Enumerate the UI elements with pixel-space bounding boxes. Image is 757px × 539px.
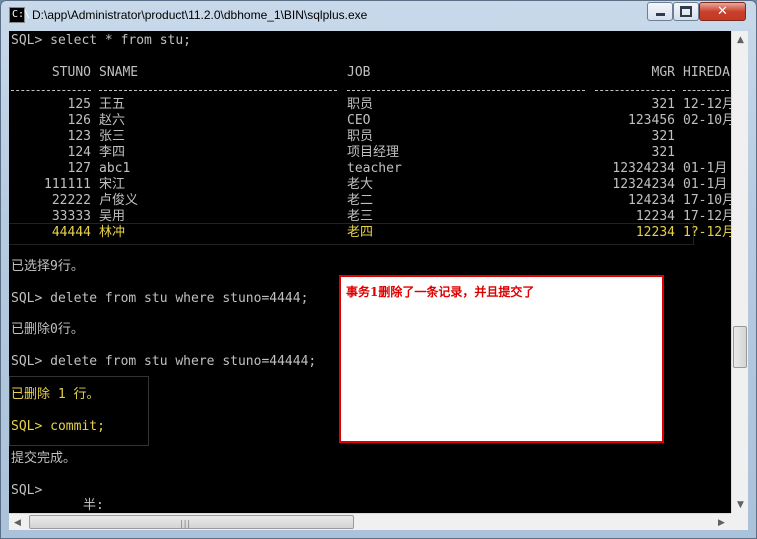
cell-job: CEO [347, 113, 371, 128]
cell-sname: 林冲 [99, 225, 126, 240]
sql-prompt[interactable]: SQL> [11, 483, 42, 499]
cell-hiredate: 02-10月 [683, 113, 731, 128]
horizontal-scroll-thumb[interactable]: ||| [29, 515, 354, 529]
cell-hiredate: 12-12月 [683, 97, 731, 112]
annotation-text: 事务1删除了一条记录，并且提交了 [346, 285, 535, 299]
sqlplus-window: C:\ D:\app\Administrator\product\11.2.0\… [0, 0, 757, 539]
horizontal-scrollbar[interactable]: ◀ ||| ▶ [9, 513, 731, 530]
annotation-box: 事务1删除了一条记录，并且提交了 [339, 275, 664, 443]
table-row: 124 李四 项目经理 321 [11, 145, 731, 161]
header-stuno: STUNO [51, 65, 91, 80]
cell-hiredate: 17-10月 [683, 193, 731, 208]
ime-status-text: 半: [83, 498, 104, 513]
title-bar[interactable]: C:\ D:\app\Administrator\product\11.2.0\… [1, 1, 756, 29]
minimize-button[interactable] [647, 2, 673, 21]
header-rule [11, 90, 91, 91]
header-rule [595, 90, 675, 91]
table-row: 123 张三 职员 321 [11, 129, 731, 145]
vertical-scroll-thumb[interactable] [733, 326, 747, 368]
cell-job: 项目经理 [347, 145, 400, 160]
command-line-select: SQL> select * from stu; [11, 33, 192, 48]
header-job: JOB [347, 65, 371, 80]
cell-mgr: 124234 [628, 193, 675, 208]
header-hiredate: HIREDA [683, 65, 730, 80]
maximize-icon [680, 6, 692, 17]
cell-stuno: 123 [67, 129, 91, 144]
table-row: 44444 林冲 老四 12234 1?-12月 [11, 225, 731, 241]
deleted-zero-message: 已删除0行。 [11, 322, 84, 337]
cell-sname: 王五 [99, 97, 126, 112]
scroll-grip-icon: ||| [180, 519, 192, 528]
cell-job: 老二 [347, 193, 374, 208]
cell-stuno: 124 [67, 145, 91, 160]
resize-grip[interactable] [731, 513, 748, 530]
header-rule [99, 90, 337, 91]
cell-sname: abc1 [99, 161, 131, 176]
command-line-delete-2: SQL> delete from stu where stuno=44444; [11, 354, 317, 369]
table-row: 126 赵六 CEO 123456 02-10月 [11, 113, 731, 129]
close-icon: ✕ [717, 4, 728, 19]
cell-sname: 宋江 [99, 177, 126, 192]
cell-mgr: 12324234 [612, 177, 675, 192]
cell-job: 老大 [347, 177, 374, 192]
minimize-icon [655, 13, 665, 16]
cell-sname: 赵六 [99, 113, 126, 128]
table-row: 22222 卢俊义 老二 124234 17-10月 [11, 193, 731, 209]
table-row: 111111 宋江 老大 12324234 01-1月 [11, 177, 731, 193]
cell-stuno: 22222 [51, 193, 91, 208]
vertical-scrollbar[interactable]: ▲ ▼ [731, 31, 748, 513]
maximize-button[interactable] [673, 2, 699, 21]
cell-stuno: 111111 [44, 177, 91, 192]
cell-job: 职员 [347, 97, 374, 112]
cell-sname: 吴用 [99, 209, 126, 224]
scroll-down-icon[interactable]: ▼ [732, 496, 749, 513]
window-title: D:\app\Administrator\product\11.2.0\dbho… [32, 8, 368, 22]
scroll-left-icon[interactable]: ◀ [9, 514, 26, 531]
command-line-commit: SQL> commit; [11, 419, 105, 434]
cell-mgr: 321 [651, 129, 675, 144]
cell-hiredate: 01-1月 [683, 161, 728, 176]
result-header: STUNO SNAME JOB MGR HIREDA [11, 65, 731, 81]
cell-stuno: 33333 [51, 209, 91, 224]
cell-mgr: 321 [651, 145, 675, 160]
cell-stuno: 44444 [51, 225, 91, 240]
cell-stuno: 127 [67, 161, 91, 176]
command-line-delete-1: SQL> delete from stu where stuno=4444; [11, 291, 309, 306]
cell-mgr: 12234 [635, 209, 675, 224]
cell-job: teacher [347, 161, 402, 176]
cell-hiredate: 01-1月 [683, 177, 728, 192]
header-rule [347, 90, 585, 91]
table-row: 127 abc1 teacher 12324234 01-1月 [11, 161, 731, 177]
cell-job: 职员 [347, 129, 374, 144]
close-button[interactable]: ✕ [699, 2, 746, 21]
rows-selected-message: 已选择9行。 [11, 259, 84, 274]
cell-sname: 张三 [99, 129, 126, 144]
cell-mgr: 321 [651, 97, 675, 112]
table-row: 125 王五 职员 321 12-12月 [11, 97, 731, 113]
cell-sname: 李四 [99, 145, 126, 160]
cell-mgr: 12324234 [612, 161, 675, 176]
header-rule [683, 90, 729, 91]
console-app-icon[interactable]: C:\ [9, 7, 30, 23]
cell-hiredate: 17-12月 [683, 209, 731, 224]
cell-mgr: 12234 [635, 225, 675, 240]
commit-complete-message: 提交完成。 [11, 451, 77, 466]
cell-job: 老三 [347, 209, 374, 224]
scroll-up-icon[interactable]: ▲ [732, 31, 749, 48]
cell-mgr: 123456 [628, 113, 675, 128]
cell-stuno: 126 [67, 113, 91, 128]
cell-job: 老四 [347, 225, 374, 240]
deleted-one-message: 已删除 1 行。 [11, 387, 100, 402]
scroll-right-icon[interactable]: ▶ [713, 514, 730, 531]
header-mgr: MGR [651, 65, 675, 80]
header-sname: SNAME [99, 65, 139, 80]
cell-stuno: 125 [67, 97, 91, 112]
cell-sname: 卢俊义 [99, 193, 139, 208]
cell-hiredate: 1?-12月 [683, 225, 731, 240]
table-row: 33333 吴用 老三 12234 17-12月 [11, 209, 731, 225]
